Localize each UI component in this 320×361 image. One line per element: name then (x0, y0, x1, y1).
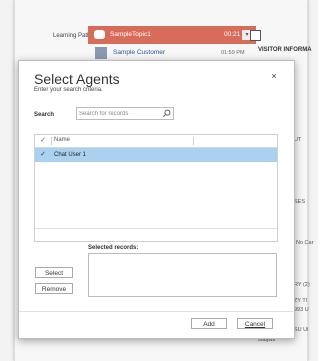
close-icon[interactable]: × (269, 71, 279, 81)
dialog-footer-divider (19, 311, 294, 312)
background-fragment: UT (294, 137, 302, 143)
search-box (76, 107, 174, 120)
select-all-checkbox[interactable]: ✓ (39, 137, 47, 145)
row-name-cell: Chat User 1 (54, 152, 87, 158)
background-fragment: SES (294, 199, 306, 205)
customer-time: 01:59 PM (221, 50, 245, 56)
search-label: Search (34, 112, 55, 118)
grid-header: ✓ Name (35, 135, 277, 148)
background-fragment: 993 U (294, 307, 309, 313)
search-input[interactable] (79, 108, 157, 119)
session-time: 00:21 (224, 31, 241, 38)
column-divider (193, 137, 194, 145)
selected-records-list[interactable] (88, 253, 277, 297)
background-fragment: SU Ui (294, 327, 309, 333)
background-fragment: RY (2) (294, 282, 310, 288)
avatar (95, 47, 107, 59)
background-fragment: No Car (296, 240, 314, 246)
column-header-name[interactable]: Name (54, 137, 70, 143)
row-checkbox[interactable]: ✓ (39, 151, 47, 159)
selected-records-label: Selected records: (88, 245, 139, 251)
visitor-info-heading: VISITOR INFORMA (258, 47, 312, 53)
session-title: SampleTopic1 (110, 31, 151, 38)
session-tab[interactable]: SampleTopic1 00:21 ▾ (88, 26, 256, 44)
chat-icon (94, 30, 105, 39)
background-fragment: ZY TI (294, 298, 308, 304)
learning-path-label: Learning Path (53, 33, 91, 39)
grid-divider (35, 228, 277, 229)
dialog-subtitle: Enter your search criteria. (34, 87, 103, 93)
add-button[interactable]: Add (191, 318, 227, 329)
table-row[interactable]: ✓ Chat User 1 (35, 148, 277, 162)
remove-button[interactable]: Remove (35, 283, 73, 294)
records-grid: ✓ Name ✓ Chat User 1 (34, 134, 278, 242)
select-agents-dialog: Select Agents Enter your search criteria… (18, 60, 295, 339)
column-divider (51, 137, 52, 145)
cancel-button[interactable]: Cancel (237, 318, 273, 329)
search-icon[interactable] (162, 109, 171, 118)
dialog-title: Select Agents (34, 71, 120, 87)
panel-toggle-icon[interactable] (250, 30, 261, 41)
select-button[interactable]: Select (35, 267, 73, 278)
customer-name: Sample Customer (113, 49, 166, 56)
